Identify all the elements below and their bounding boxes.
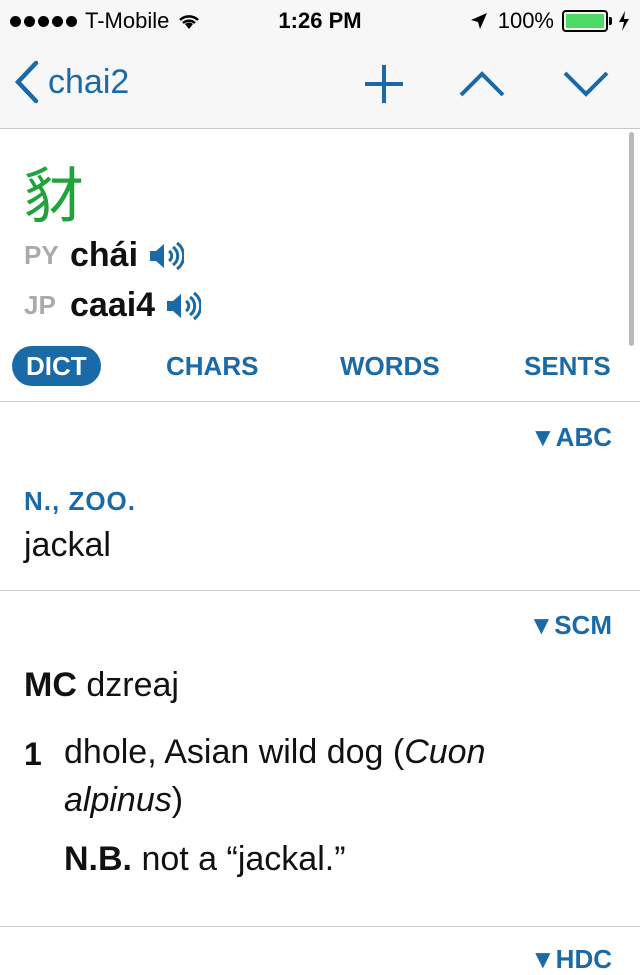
chevron-left-icon — [14, 60, 39, 104]
nb-label: N.B. — [64, 840, 132, 878]
add-button[interactable] — [354, 60, 414, 108]
divider — [0, 590, 640, 591]
navigation-bar: chai2 — [0, 40, 640, 129]
source-toggle-scm[interactable]: ▼SCM — [528, 610, 612, 641]
status-bar: T-Mobile 1:26 PM 100% — [0, 0, 640, 40]
sense-definition: dhole, Asian wild dog (Cuon alpinus) — [64, 728, 584, 824]
headword: 豺 — [24, 162, 84, 232]
status-right: 100% — [470, 8, 630, 34]
part-of-speech: N., ZOO. — [24, 486, 136, 516]
charging-bolt-icon — [619, 11, 629, 31]
location-arrow-icon — [470, 13, 487, 29]
tab-dict[interactable]: DICT — [12, 346, 101, 386]
divider — [0, 401, 640, 402]
divider — [0, 926, 640, 927]
source-toggle-abc[interactable]: ▼ABC — [530, 422, 612, 453]
mc-value: dzreaj — [86, 666, 179, 704]
mc-label: MC — [24, 666, 77, 704]
speaker-icon[interactable] — [148, 241, 185, 271]
tab-sents[interactable]: SENTS — [524, 346, 611, 386]
jyutping-value: caai4 — [70, 286, 156, 324]
pinyin-row: PY chái — [24, 236, 185, 275]
speaker-icon[interactable] — [165, 291, 202, 321]
jyutping-tag: JP — [24, 290, 56, 320]
next-entry-button[interactable] — [556, 60, 616, 108]
middle-chinese-row: MC dzreaj — [24, 666, 179, 705]
back-label: chai2 — [48, 62, 130, 101]
chevron-up-icon — [459, 71, 505, 97]
nb-text: not a “jackal.” — [141, 840, 346, 878]
chevron-down-icon — [563, 71, 609, 97]
previous-entry-button[interactable] — [452, 60, 512, 108]
nota-bene: N.B. not a “jackal.” — [64, 840, 346, 879]
scrollbar[interactable] — [629, 132, 634, 346]
back-button[interactable]: chai2 — [14, 60, 129, 104]
sense-close: ) — [171, 781, 184, 819]
section-tabs: DICT CHARS WORDS SENTS — [0, 340, 640, 400]
pinyin-tag: PY — [24, 240, 59, 270]
definition-gloss: jackal — [24, 526, 111, 564]
battery-percent: 100% — [497, 8, 554, 33]
tab-chars[interactable]: CHARS — [166, 346, 258, 386]
battery-icon — [562, 10, 612, 32]
sense-number: 1 — [24, 736, 42, 772]
tab-words[interactable]: WORDS — [340, 346, 440, 386]
plus-icon — [365, 65, 403, 103]
pinyin-value: chái — [70, 236, 139, 274]
jyutping-row: JP caai4 — [24, 286, 202, 325]
sense-text: dhole, Asian wild dog ( — [64, 733, 405, 771]
